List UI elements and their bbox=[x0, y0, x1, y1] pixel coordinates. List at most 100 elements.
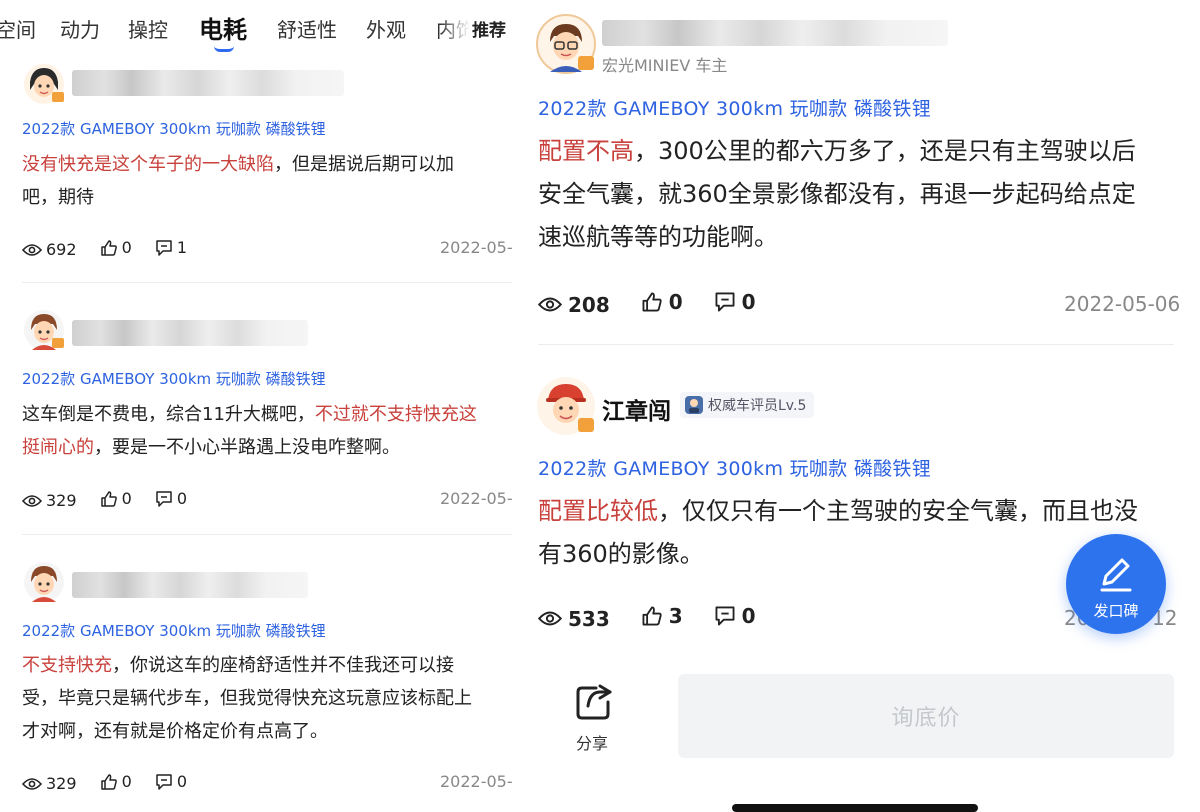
comment-button[interactable]: 0 bbox=[155, 489, 187, 508]
comment-button[interactable]: 1 bbox=[155, 238, 187, 257]
views-stat: 208 bbox=[538, 293, 610, 317]
comments-count: 0 bbox=[741, 290, 756, 314]
comment-icon bbox=[715, 292, 735, 312]
review-text: 没有快充是这个车子的一大缺陷，但是据说后期可以加 吧，期待 bbox=[22, 148, 512, 214]
badge-label: 权威车评员Lv.5 bbox=[708, 398, 807, 414]
post-date: 2022-05-06 bbox=[1064, 292, 1181, 316]
like-button[interactable]: 0 bbox=[641, 290, 683, 314]
likes-count: 3 bbox=[668, 604, 683, 628]
comment-icon bbox=[156, 239, 172, 256]
stats-row: 533 3 0 bbox=[538, 604, 780, 632]
tab-comfort[interactable]: 舒适性 bbox=[277, 14, 337, 43]
views-stat: 329 bbox=[22, 491, 77, 510]
thumbs-up-icon bbox=[100, 490, 117, 507]
review-highlight: 配置不高 bbox=[538, 137, 634, 165]
stats-row: 329 0 0 bbox=[22, 772, 205, 795]
views-stat: 692 bbox=[22, 240, 77, 259]
tab-space[interactable]: 空间 bbox=[0, 14, 36, 43]
stats-row: 208 0 0 bbox=[538, 290, 780, 318]
post-date: 2022-05-0 bbox=[440, 238, 512, 257]
tab-power[interactable]: 动力 bbox=[60, 14, 100, 43]
avatar[interactable] bbox=[22, 308, 66, 352]
username-blurred bbox=[72, 70, 344, 96]
stats-row: 692 0 1 bbox=[22, 238, 205, 261]
right-panel: 宏光MINIEV 车主 2022款 GAMEBOY 300km 玩咖款 磷酸铁锂… bbox=[516, 0, 1200, 812]
comment-button[interactable]: 0 bbox=[155, 772, 187, 791]
username[interactable]: 江章闯 bbox=[602, 392, 671, 426]
review-text: 配置不高，300公里的都六万多了，还是只有主驾驶以后 安全气囊，就360全景影像… bbox=[538, 130, 1178, 259]
reviewer-badge: 权威车评员Lv.5 bbox=[680, 392, 815, 418]
stats-row: 329 0 0 bbox=[22, 489, 205, 512]
home-indicator bbox=[732, 804, 978, 812]
comments-count: 0 bbox=[176, 772, 188, 791]
avatar[interactable] bbox=[22, 560, 66, 604]
car-model-tag[interactable]: 2022款 GAMEBOY 300km 玩咖款 磷酸铁锂 bbox=[22, 368, 326, 389]
tab-handling[interactable]: 操控 bbox=[128, 14, 168, 43]
views-stat: 329 bbox=[22, 774, 77, 793]
avatar[interactable] bbox=[22, 62, 66, 106]
comment-icon bbox=[156, 773, 172, 790]
comment-button[interactable]: 0 bbox=[714, 290, 756, 314]
review-highlight: 没有快充是这个车子的一大缺陷 bbox=[22, 154, 274, 175]
car-model-tag[interactable]: 2022款 GAMEBOY 300km 玩咖款 磷酸铁锂 bbox=[22, 118, 326, 139]
like-button[interactable]: 0 bbox=[100, 772, 132, 791]
left-panel: 空间 动力 操控 电耗 舒适性 外观 内饰 推荐 2022款 GAMEBOY 3… bbox=[0, 0, 512, 812]
review-text: 这车倒是不费电，综合11升大概吧，不过就不支持快充这 挺闹心的，要是一不小心半路… bbox=[22, 398, 512, 464]
reviewer-badge-icon bbox=[685, 396, 703, 414]
tabs-fade bbox=[440, 0, 470, 58]
car-model-tag[interactable]: 2022款 GAMEBOY 300km 玩咖款 磷酸铁锂 bbox=[538, 454, 931, 481]
review-text-line: 受，毕竟只是辆代步车，但我觉得快充这玩意应该标配上 bbox=[22, 688, 472, 709]
thumbs-up-icon bbox=[100, 239, 117, 256]
review-text-line: 速巡航等等的功能啊。 bbox=[538, 223, 778, 251]
write-review-button[interactable]: 发口碑 bbox=[1066, 534, 1166, 634]
views-count: 533 bbox=[568, 606, 610, 631]
likes-count: 0 bbox=[121, 772, 132, 791]
review-text-rest: ，仅仅只有一个主驾驶的安全气囊，而且也没 bbox=[658, 497, 1138, 525]
likes-count: 0 bbox=[121, 489, 132, 508]
car-model-tag[interactable]: 2022款 GAMEBOY 300km 玩咖款 磷酸铁锂 bbox=[538, 94, 931, 121]
review-text-line: 才对啊，还有就是价格定价有点高了。 bbox=[22, 721, 328, 742]
comments-count: 1 bbox=[176, 238, 188, 257]
review-highlight-2: 挺闹心的 bbox=[22, 437, 94, 458]
eye-icon bbox=[22, 243, 42, 256]
comment-button[interactable]: 0 bbox=[714, 604, 756, 628]
category-tabs: 空间 动力 操控 电耗 舒适性 外观 内饰 推荐 bbox=[0, 0, 512, 60]
views-count: 692 bbox=[46, 240, 77, 259]
review-text-line: 吧，期待 bbox=[22, 187, 94, 208]
username-blurred bbox=[602, 20, 948, 46]
share-button[interactable] bbox=[574, 682, 614, 726]
review-text-line: ，要是一不小心半路遇上没电咋整啊。 bbox=[94, 437, 400, 458]
post-date: 2022-05-0 bbox=[440, 772, 512, 791]
eye-icon bbox=[22, 777, 42, 790]
review-text: 不支持快充，你说这车的座椅舒适性并不佳我还可以接 受，毕竟只是辆代步车，但我觉得… bbox=[22, 649, 512, 748]
share-label: 分享 bbox=[576, 734, 609, 753]
eye-icon bbox=[22, 494, 42, 507]
like-button[interactable]: 3 bbox=[641, 604, 683, 628]
tab-energy[interactable]: 电耗 bbox=[199, 10, 247, 45]
divider bbox=[22, 534, 512, 535]
inquiry-price-button[interactable]: 询底价 bbox=[678, 674, 1174, 758]
thumbs-up-icon bbox=[100, 773, 117, 790]
like-button[interactable]: 0 bbox=[100, 238, 132, 257]
fab-label: 发口碑 bbox=[1093, 602, 1139, 620]
comments-count: 0 bbox=[741, 604, 756, 628]
thumbs-up-icon bbox=[642, 606, 662, 626]
car-model-tag[interactable]: 2022款 GAMEBOY 300km 玩咖款 磷酸铁锂 bbox=[22, 620, 326, 641]
review-highlight: 不支持快充 bbox=[22, 655, 112, 676]
recommend-sort-button[interactable]: 推荐 bbox=[470, 16, 506, 41]
avatar[interactable] bbox=[536, 376, 596, 436]
review-text-line: 有360的影像。 bbox=[538, 540, 704, 568]
review-highlight: 不过就不支持快充这 bbox=[314, 404, 477, 425]
post-date: 2022-05-0 bbox=[440, 489, 512, 508]
like-button[interactable]: 0 bbox=[100, 489, 132, 508]
views-stat: 533 bbox=[538, 607, 610, 631]
comment-icon bbox=[715, 606, 735, 626]
review-text-start: 这车倒是不费电，综合11升大概吧， bbox=[22, 404, 315, 425]
username-blurred bbox=[72, 572, 308, 598]
review-text-rest: ，但是据说后期可以加 bbox=[274, 154, 454, 175]
tab-exterior[interactable]: 外观 bbox=[366, 14, 406, 43]
username-blurred bbox=[72, 320, 308, 346]
avatar[interactable] bbox=[536, 14, 596, 74]
views-count: 329 bbox=[46, 491, 77, 510]
views-count: 329 bbox=[46, 774, 77, 793]
